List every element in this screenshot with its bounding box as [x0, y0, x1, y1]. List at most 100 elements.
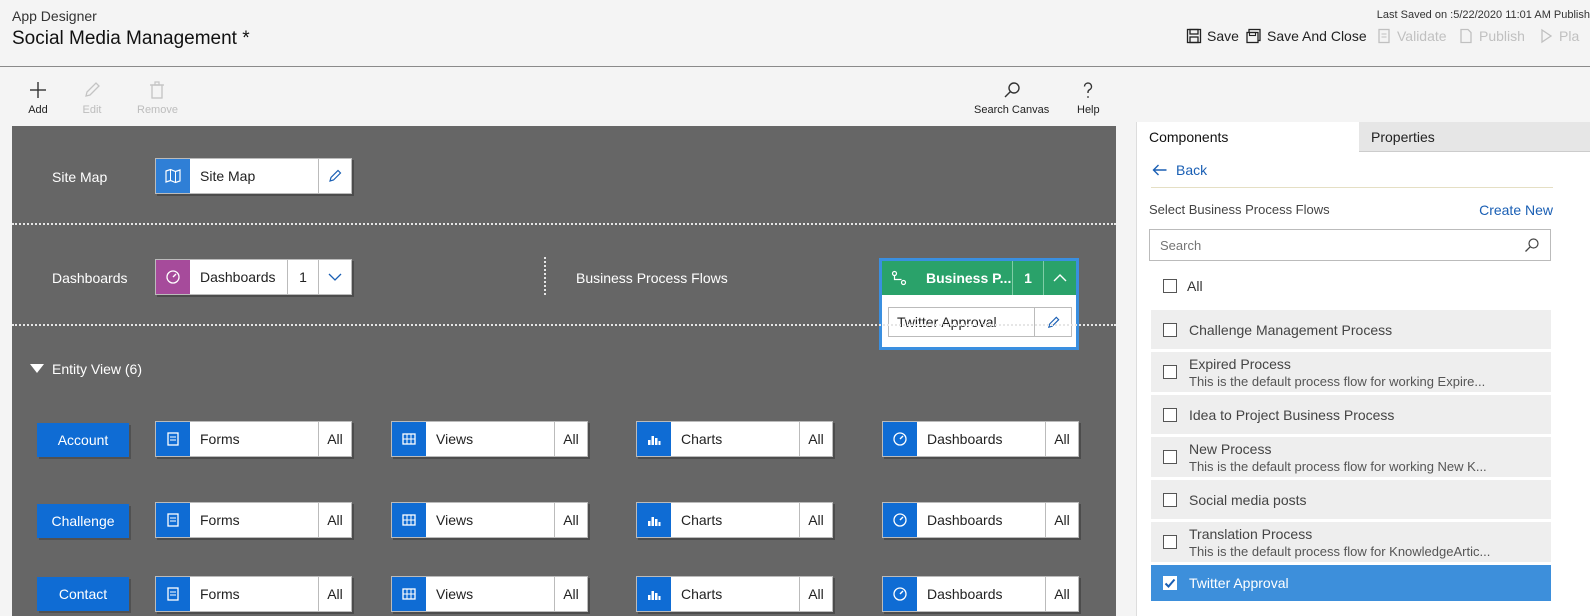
charts-all[interactable]: All	[799, 503, 832, 537]
checkmark-icon	[1164, 578, 1176, 588]
remove-button[interactable]: Remove	[137, 80, 178, 116]
entity-dashboards-all[interactable]: All	[1045, 422, 1078, 456]
validate-button[interactable]: Validate	[1376, 28, 1447, 44]
pencil-icon	[329, 169, 342, 182]
list-item-selected[interactable]: Twitter Approval	[1151, 565, 1551, 601]
views-tile[interactable]: Views All	[391, 421, 588, 457]
bpf-collapse-button[interactable]	[1043, 261, 1076, 295]
item-checkbox[interactable]	[1163, 492, 1177, 507]
charts-label: Charts	[681, 431, 723, 447]
item-checkbox-checked[interactable]	[1163, 576, 1177, 590]
dashboards-tile[interactable]: Dashboards 1	[155, 259, 352, 295]
list-item[interactable]: Social media posts	[1151, 480, 1551, 519]
search-icon[interactable]	[1524, 237, 1540, 253]
forms-icon-box	[156, 503, 190, 537]
forms-all[interactable]: All	[318, 422, 351, 456]
validate-label: Validate	[1397, 28, 1447, 44]
bpf-search-input[interactable]	[1150, 230, 1524, 260]
entity-dashboards-icon-box	[883, 577, 917, 611]
help-button[interactable]: Help	[1077, 80, 1100, 116]
pencil-icon	[85, 82, 100, 97]
select-all-option[interactable]: All	[1163, 278, 1203, 294]
item-checkbox[interactable]	[1163, 450, 1177, 464]
bpf-search-box	[1149, 229, 1551, 261]
views-tile[interactable]: Views All	[391, 502, 588, 538]
entity-view-label: Entity View (6)	[52, 361, 142, 377]
tab-properties[interactable]: Properties	[1359, 122, 1590, 152]
bpf-item-twitter-approval[interactable]: Twitter Approval	[888, 307, 1072, 337]
save-and-close-icon	[1246, 28, 1261, 44]
site-map-tile[interactable]: Site Map	[155, 158, 352, 194]
forms-label: Forms	[200, 586, 240, 602]
item-checkbox[interactable]	[1163, 322, 1177, 337]
item-name: Expired Process	[1189, 355, 1291, 372]
entity-dashboards-tile[interactable]: Dashboards All	[882, 502, 1079, 538]
bpf-tile-header[interactable]: Business P... 1	[882, 261, 1076, 295]
panel-tabs: Components Properties	[1137, 122, 1590, 152]
list-item[interactable]: New Process This is the default process f…	[1151, 437, 1551, 477]
entity-dashboards-tile[interactable]: Dashboards All	[882, 421, 1079, 457]
forms-all[interactable]: All	[318, 503, 351, 537]
views-all[interactable]: All	[554, 577, 587, 611]
forms-tile[interactable]: Forms All	[155, 421, 352, 457]
publish-button[interactable]: Publish	[1458, 28, 1525, 44]
item-checkbox[interactable]	[1163, 365, 1177, 379]
dashboards-icon-box	[156, 260, 190, 294]
select-all-checkbox[interactable]	[1163, 279, 1177, 293]
bpf-icon-box	[882, 270, 916, 286]
forms-icon-box	[156, 422, 190, 456]
back-link[interactable]: Back	[1151, 162, 1207, 178]
forms-tile[interactable]: Forms All	[155, 502, 352, 538]
views-label: Views	[436, 512, 474, 528]
grid-icon	[402, 433, 416, 445]
question-icon	[1084, 82, 1093, 98]
bpf-item-edit-button[interactable]	[1034, 308, 1071, 336]
item-description: This is the default process flow for wor…	[1189, 458, 1487, 474]
forms-tile[interactable]: Forms All	[155, 576, 352, 612]
entity-dashboards-all[interactable]: All	[1045, 503, 1078, 537]
charts-tile[interactable]: Charts All	[636, 421, 833, 457]
gauge-icon	[893, 587, 907, 601]
item-checkbox[interactable]	[1163, 407, 1177, 422]
create-new-link[interactable]: Create New	[1479, 202, 1553, 218]
site-map-tile-label: Site Map	[200, 168, 256, 184]
list-item[interactable]: Idea to Project Business Process	[1151, 395, 1551, 434]
views-all[interactable]: All	[554, 503, 587, 537]
forms-all[interactable]: All	[318, 577, 351, 611]
gauge-icon	[166, 270, 180, 284]
add-label: Add	[28, 104, 48, 116]
bpf-tile[interactable]: Business P... 1 Twitter Approval	[879, 258, 1079, 350]
list-item[interactable]: Challenge Management Process	[1151, 310, 1551, 349]
dashboards-tile-label: Dashboards	[200, 269, 276, 285]
tab-components[interactable]: Components	[1137, 122, 1359, 152]
grid-icon	[402, 588, 416, 600]
views-tile[interactable]: Views All	[391, 576, 588, 612]
entity-button-challenge[interactable]: Challenge	[37, 504, 129, 538]
charts-tile[interactable]: Charts All	[636, 502, 833, 538]
list-item[interactable]: Translation Process This is the default p…	[1151, 522, 1551, 562]
site-map-edit-button[interactable]	[318, 159, 351, 193]
publish-icon	[1460, 28, 1472, 44]
entity-dashboards-tile[interactable]: Dashboards All	[882, 576, 1079, 612]
edit-button[interactable]: Edit	[82, 80, 102, 116]
search-canvas-button[interactable]: Search Canvas	[974, 80, 1049, 116]
add-button[interactable]: Add	[28, 80, 48, 116]
list-item[interactable]: Expired Process This is the default proce…	[1151, 352, 1551, 392]
play-button[interactable]: Pla	[1538, 28, 1579, 44]
entity-view-toggle[interactable]: Entity View (6)	[30, 361, 142, 377]
dashboards-expand-button[interactable]	[318, 260, 351, 294]
plus-icon	[30, 82, 46, 98]
views-all[interactable]: All	[554, 422, 587, 456]
entity-dashboards-all[interactable]: All	[1045, 577, 1078, 611]
entity-button-account[interactable]: Account	[37, 423, 129, 457]
save-icon	[1186, 28, 1202, 44]
save-and-close-button[interactable]: Save And Close	[1246, 28, 1367, 44]
item-checkbox[interactable]	[1163, 535, 1177, 549]
charts-all[interactable]: All	[799, 577, 832, 611]
map-icon	[165, 168, 181, 184]
charts-all[interactable]: All	[799, 422, 832, 456]
charts-icon-box	[637, 503, 671, 537]
save-button[interactable]: Save	[1186, 28, 1239, 44]
entity-button-contact[interactable]: Contact	[37, 577, 129, 611]
charts-tile[interactable]: Charts All	[636, 576, 833, 612]
